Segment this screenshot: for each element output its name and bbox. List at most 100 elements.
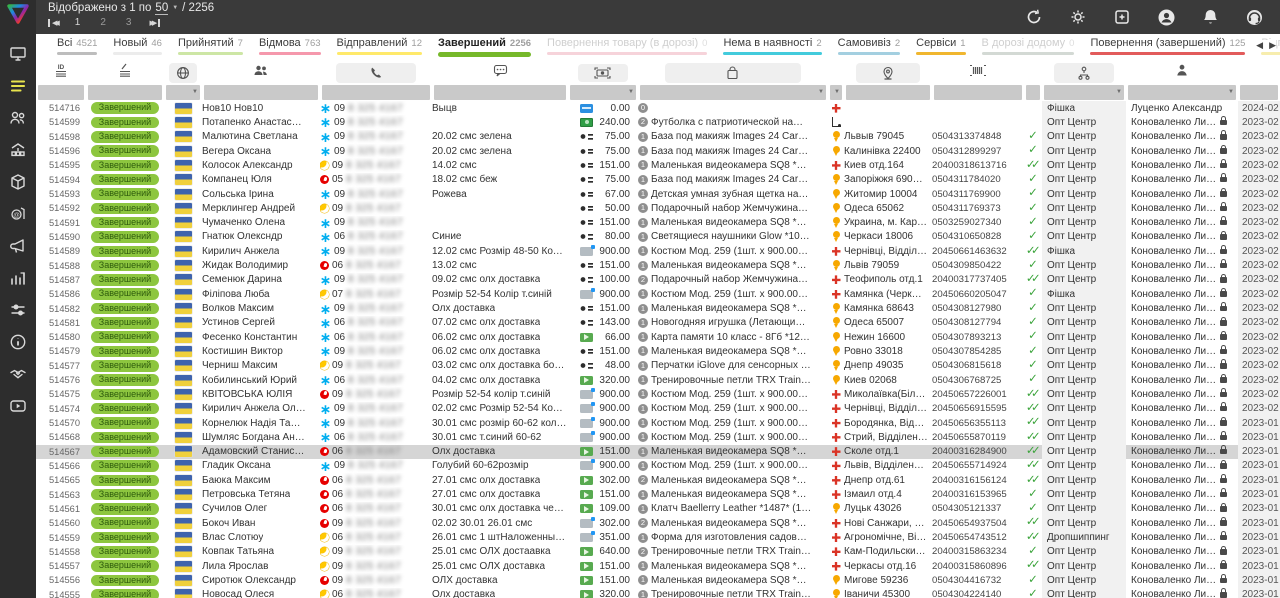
table-row[interactable]: 514591ЗавершенийЧумаченко Олена∗098 325 … — [36, 216, 1280, 230]
table-row[interactable]: 514582ЗавершенийВолков Максим∗098 325 41… — [36, 301, 1280, 315]
sidebar-item-warehouse[interactable] — [8, 140, 28, 160]
table-row[interactable]: 514590ЗавершенийГнатюк Олексндр∗068 325 … — [36, 230, 1280, 244]
status-tab-новый[interactable]: Новый46 — [106, 37, 169, 55]
table-row[interactable]: 514575ЗавершенийКВІТОВСЬКА ЮЛІЯ098 325 4… — [36, 387, 1280, 401]
table-row[interactable]: 514560ЗавершенийБокоч Иван098 325 416702… — [36, 516, 1280, 530]
chevron-down-icon[interactable]: ▼ — [172, 5, 178, 11]
refresh-icon[interactable] — [1024, 7, 1044, 27]
filter-input-fulfil[interactable]: ▼ — [1044, 85, 1124, 100]
status-tab-всі[interactable]: Всі4521 — [50, 37, 104, 55]
table-row[interactable]: 514716ЗавершенийНов10 Нов10∗098 325 4167… — [36, 101, 1280, 115]
filter-input-status[interactable] — [88, 85, 162, 100]
table-row[interactable]: 514561ЗавершенийСучилов Олег068 325 4167… — [36, 502, 1280, 516]
table-row[interactable]: 514555ЗавершенийНовосад Олеся068 325 416… — [36, 588, 1280, 598]
status-tab-відмова[interactable]: Відмова763 — [252, 37, 328, 55]
notifications-bell-icon[interactable] — [1200, 7, 1220, 27]
status-tab-в-дорозі-додому[interactable]: В дорозі додому0 — [975, 37, 1082, 55]
status-tab-відправлений[interactable]: Відправлений12 — [330, 37, 429, 55]
column-header-check[interactable] — [1024, 61, 1042, 84]
column-header-city[interactable] — [844, 61, 932, 84]
column-header-phone[interactable] — [320, 61, 432, 84]
tab-scroll-left-icon[interactable]: ◀ — [1256, 40, 1263, 51]
column-header-product[interactable] — [638, 61, 828, 84]
page-number-2[interactable]: 2 — [98, 17, 108, 28]
sidebar-item-marketing[interactable] — [8, 236, 28, 256]
table-row[interactable]: 514565ЗавершенийБаюка Максим068 325 4167… — [36, 473, 1280, 487]
table-row[interactable]: 514556ЗавершенийСиротюк Олександр098 325… — [36, 573, 1280, 587]
sidebar-item-dashboard[interactable] — [8, 44, 28, 64]
sidebar-item-orders-list[interactable] — [8, 76, 28, 96]
column-header-payment[interactable] — [568, 61, 638, 84]
table-row[interactable]: 514599ЗавершенийПотапенко Анастас…∗098 3… — [36, 115, 1280, 129]
sidebar-item-video-tutorials[interactable] — [8, 396, 28, 416]
table-row[interactable]: 514592ЗавершенийМерклингер Андрей098 325… — [36, 201, 1280, 215]
column-header-ttn[interactable] — [932, 61, 1024, 84]
last-page-button[interactable]: ▶▶ — [149, 19, 160, 27]
table-row[interactable]: 514596ЗавершенийВегера Оксана∗098 325 41… — [36, 144, 1280, 158]
status-tab-повернення-товару-в-дорозі-[interactable]: Повернення товару (в дорозі)0 — [540, 37, 714, 55]
table-row[interactable]: 514581ЗавершенийУстинов Сергей∗068 325 4… — [36, 316, 1280, 330]
table-row[interactable]: 514559ЗавершенийВлас Слотюу068 325 41672… — [36, 530, 1280, 544]
sidebar-item-info[interactable] — [8, 332, 28, 352]
filter-input-id[interactable] — [38, 85, 84, 100]
status-tab-нема-в-наявності[interactable]: Нема в наявності2 — [716, 37, 828, 55]
table-row[interactable]: 514587ЗавершенийСеменюк Дарина∗098 325 4… — [36, 273, 1280, 287]
settings-gear-icon[interactable] — [1068, 7, 1088, 27]
column-header-carrier[interactable] — [828, 61, 844, 84]
column-header-date[interactable] — [1238, 61, 1280, 84]
table-row[interactable]: 514588ЗавершенийЖидак Володимир068 325 4… — [36, 258, 1280, 272]
sidebar-item-products[interactable] — [8, 172, 28, 192]
filter-input-date[interactable] — [1240, 85, 1278, 100]
filter-input-payment[interactable]: ▼ — [570, 85, 636, 100]
filter-input-city[interactable] — [846, 85, 930, 100]
table-row[interactable]: 514598ЗавершенийМалютина Светлана∗098 32… — [36, 130, 1280, 144]
column-header-country[interactable] — [164, 61, 202, 84]
table-row[interactable]: 514558ЗавершенийКовпак Татьяна098 325 41… — [36, 545, 1280, 559]
support-headset-icon[interactable] — [1244, 7, 1264, 27]
table-row[interactable]: 514567ЗавершенийАдамовский Станис…068 32… — [36, 445, 1280, 459]
table-row[interactable]: 514566ЗавершенийГладик Оксана∗098 325 41… — [36, 459, 1280, 473]
table-row[interactable]: 514593ЗавершенийСольська Ірина∗098 325 4… — [36, 187, 1280, 201]
filter-dropdown-icon[interactable]: ▼ — [1116, 89, 1122, 95]
status-tab-самовивіз[interactable]: Самовивіз2 — [831, 37, 907, 55]
table-row[interactable]: 514594ЗавершенийКомпанец Юля058 325 4167… — [36, 173, 1280, 187]
filter-input-carrier[interactable]: ▼ — [830, 85, 842, 100]
sidebar-item-partners[interactable] — [8, 364, 28, 384]
sidebar-item-clients[interactable] — [8, 108, 28, 128]
table-row[interactable]: 514576ЗавершенийКобилинський Юрий∗068 32… — [36, 373, 1280, 387]
column-header-status[interactable] — [86, 61, 164, 84]
table-row[interactable]: 514580ЗавершенийФесенко Константин∗068 3… — [36, 330, 1280, 344]
table-row[interactable]: 514574ЗавершенийКирилич Анжела Ол…∗098 3… — [36, 402, 1280, 416]
column-header-client[interactable] — [202, 61, 320, 84]
table-row[interactable]: 514586ЗавершенийФіліпова Люба078 325 416… — [36, 287, 1280, 301]
column-header-manager[interactable] — [1126, 61, 1238, 84]
filter-input-phone[interactable] — [322, 85, 430, 100]
filter-dropdown-icon[interactable]: ▼ — [192, 89, 198, 95]
page-number-1[interactable]: 1 — [73, 17, 83, 28]
filter-dropdown-icon[interactable]: ▼ — [1228, 89, 1234, 95]
filter-input-country[interactable]: ▼ — [166, 85, 200, 100]
filter-input-comment[interactable] — [434, 85, 566, 100]
filter-dropdown-icon[interactable]: ▼ — [834, 89, 840, 95]
column-header-comment[interactable] — [432, 61, 568, 84]
table-row[interactable]: 514577ЗавершенийЧерниш Максим098 325 416… — [36, 359, 1280, 373]
status-tab-завершений[interactable]: Завершений2256 — [431, 37, 538, 57]
table-row[interactable]: 514589ЗавершенийКирилич Анжела∗098 325 4… — [36, 244, 1280, 258]
filter-input-check[interactable] — [1026, 85, 1040, 100]
page-number-3[interactable]: 3 — [124, 17, 134, 28]
sidebar-item-suppliers[interactable]: @ — [8, 204, 28, 224]
table-row[interactable]: 514595ЗавершенийКолосок Александр098 325… — [36, 158, 1280, 172]
filter-dropdown-icon[interactable]: ▼ — [818, 89, 824, 95]
status-tab-сервіси[interactable]: Сервіси1 — [909, 37, 972, 55]
first-page-button[interactable]: ◀◀ — [48, 19, 57, 27]
status-tab-повернення-завершений-[interactable]: Повернення (завершений)125 — [1083, 37, 1252, 55]
filter-input-client[interactable] — [204, 85, 318, 100]
table-row[interactable]: 514563ЗавершенийПетровська Тетяна068 325… — [36, 487, 1280, 501]
table-row[interactable]: 514568ЗавершенийШумляс Богдана Ан…∗068 3… — [36, 430, 1280, 444]
filter-input-ttn[interactable] — [934, 85, 1022, 100]
filter-input-product[interactable]: ▼ — [640, 85, 826, 100]
app-logo-icon[interactable] — [6, 3, 30, 30]
sidebar-item-settings-sliders[interactable] — [8, 300, 28, 320]
table-row[interactable]: 514570ЗавершенийКорнелюк Надія Та…∗098 3… — [36, 416, 1280, 430]
filter-input-manager[interactable]: ▼ — [1128, 85, 1236, 100]
